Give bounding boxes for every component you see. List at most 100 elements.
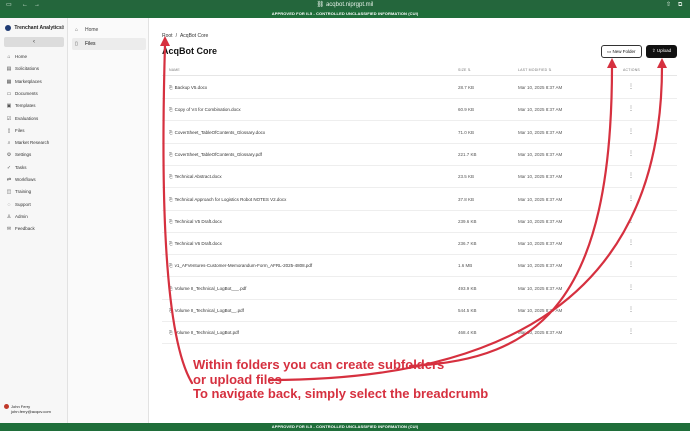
nav-icon: ♙ [6,213,12,220]
row-actions-icon[interactable]: ⋮ [628,239,634,246]
row-actions-icon[interactable]: ⋮ [628,284,634,291]
row-actions-icon[interactable]: ⋮ [628,195,634,202]
file-name[interactable]: Volume II_Technical_LogBot__.pdf [175,308,244,313]
sidebar-item-tasks[interactable]: ✓ Tasks [6,163,27,173]
nav-icon: ▤ [6,66,12,73]
user-name: John Ferry [11,404,31,409]
nav-label: Feedback [15,226,35,232]
nav-icon: ◫ [6,189,12,196]
file-icon: ⎘ [169,107,173,113]
row-actions-icon[interactable]: ⋮ [628,261,634,268]
row-actions-icon[interactable]: ⋮ [628,328,634,335]
org-logo [5,24,11,31]
classification-banner-bottom: APPROVED FOR IL5 - CONTROLLED UNCLASSIFI… [0,423,690,431]
table-row[interactable]: ⎘ Technical V5 Draft.docx 239.6 KB Mar 10, … [162,211,677,233]
sidebar-item-support[interactable]: ◌ Support [6,200,31,210]
col-size-header[interactable]: SIZE ⇅ [458,68,471,72]
nav-icon: ⇄ [6,177,12,183]
upload-button[interactable]: ⇪ Upload [646,45,677,58]
file-icon: ⎘ [169,85,173,90]
col-name-header[interactable]: NAME [169,68,180,72]
file-size: 493.9 KB [458,285,477,291]
file-size: 37.8 KB [458,196,475,202]
breadcrumb-root[interactable]: Root [162,33,173,39]
file-name[interactable]: Volume II_Technical_LogBot___.pdf [175,286,247,291]
table-row[interactable]: ⎘ CoverSheet_TableOfContents_Glossary.doc… [162,122,677,144]
nav-label: Admin [15,213,28,219]
file-size: 1.6 MB [458,263,473,269]
nav-icon: ▦ [6,78,12,85]
file-modified: Mar 10, 2025 8:37 AM [518,85,563,90]
nav-label: Solicitations [15,66,40,72]
tabs-icon[interactable]: ⧉ [678,1,682,9]
subnav-item-home[interactable]: ⌂ Home [72,24,146,36]
row-actions-icon[interactable]: ⋮ [628,105,634,112]
table-row[interactable]: ⎘ Backup V5.docx 28.7 KB Mar 10, 2025 8:37 … [162,77,677,99]
table-row[interactable]: ⎘ Volume II_Technical_LogBot.pdf 468.4 KB M… [162,322,677,345]
table-row[interactable]: ⎘ Volume II_Technical_LogBot___.pdf 493.9 … [162,278,677,300]
file-name[interactable]: Technical V5 Draft.docx [175,219,222,224]
sidebar-item-solicitations[interactable]: ▤ Solicitations [6,64,39,74]
table-row[interactable]: ⎘ Technical V6 Draft.docx 236.7 KB Mar 10, … [162,233,677,256]
sidebar-item-documents[interactable]: ▭ Documents [6,89,38,99]
file-name[interactable]: Technical Abstract.docx [175,174,222,179]
collapse-sidebar-button[interactable]: ‹ [4,37,64,47]
file-name[interactable]: v1_AFVentures-Customer-Memorandum-Form_A… [175,263,313,268]
annotation-line-3: To navigate back, simply select the brea… [193,386,489,401]
breadcrumb-current[interactable]: AcqBot Core [180,33,208,39]
sidebar-item-settings[interactable]: ⚙ Settings [6,150,32,160]
table-row[interactable]: ⎘ Technical Approach for Logistics Robot … [162,189,677,211]
file-name[interactable]: Volume II_Technical_LogBot.pdf [175,330,239,335]
user-profile[interactable]: John Ferry john.ferry@acqov.com [4,404,66,414]
nav-icon: ▯ [7,127,11,134]
sidebar-item-templates[interactable]: ▣ Templates [6,101,36,111]
sidebar-item-training[interactable]: ◫ Training [6,187,31,197]
table-row[interactable]: ⎘ CoverSheet_TableOfContents_Glossary.pdf… [162,144,677,166]
subnav-label: Home [85,27,99,33]
row-actions-icon[interactable]: ⋮ [628,217,634,224]
file-name[interactable]: Technical V6 Draft.docx [175,241,222,246]
row-actions-icon[interactable]: ⋮ [628,128,634,135]
sidebar-item-evaluations[interactable]: ☑ Evaluations [6,114,39,124]
file-modified: Mar 10, 2025 8:37 AM [518,308,563,313]
nav-icon: ▭ [6,90,12,97]
file-name[interactable]: CoverSheet_TableOfContents_Glossary.pdf [175,152,262,157]
share-icon[interactable]: ⇧ [666,1,671,9]
nav-icon: ✓ [6,164,12,171]
upload-icon: ⇪ [651,48,656,53]
file-name[interactable]: CoverSheet_TableOfContents_Glossary.docx [175,130,265,135]
file-size: 239.6 KB [458,218,477,224]
row-actions-icon[interactable]: ⋮ [628,172,634,179]
sidebar-item-market-research[interactable]: ⌕ Market Research [6,138,50,148]
home-icon: ⌂ [75,27,79,33]
org-switcher[interactable]: Trenchant Analytics ⇕ [5,23,65,33]
file-size: 236.7 KB [458,241,477,247]
row-actions-icon[interactable]: ⋮ [628,150,634,157]
table-row[interactable]: ⎘ v1_AFVentures-Customer-Memorandum-Form_… [162,255,677,278]
nav-icon: ▣ [6,103,12,110]
sidebar-item-home[interactable]: ⌂ Home [6,52,27,62]
row-actions-icon[interactable]: ⋮ [628,83,634,90]
file-name[interactable]: Backup V5.docx [175,85,208,90]
sidebar-item-admin[interactable]: ♙ Admin [6,212,28,222]
table-row[interactable]: ⎘ Copy of V4 for Combination.docx 60.9 KB M… [162,99,677,122]
file-size: 544.5 KB [458,308,477,313]
file-modified: Mar 10, 2025 8:37 AM [518,263,563,269]
switch-org-icon: ⇕ [60,25,65,31]
browser-toolbar: ▭ ← → ⛓ acqbot.niprgpt.mil ⇧ ⧉ [0,0,690,10]
nav-label: Support [15,201,31,207]
col-modified-header[interactable]: LAST MODIFIED ⇅ [518,68,552,72]
nav-label: Templates [15,103,36,109]
new-folder-button[interactable]: ▭ New Folder [601,45,642,58]
table-row[interactable]: ⎘ Technical Abstract.docx 23.5 KB Mar 10, 2… [162,166,677,189]
sidebar-item-workflows[interactable]: ⇄ Workflows [6,175,36,185]
sidebar-item-feedback[interactable]: ✉ Feedback [6,224,35,234]
sidebar-item-files[interactable]: ▯ Files [6,126,25,136]
table-row[interactable]: ⎘ Volume II_Technical_LogBot__.pdf 544.5 K… [162,300,677,322]
subnav-item-files[interactable]: ▯ Files [72,38,146,50]
row-actions-icon[interactable]: ⋮ [628,306,634,313]
sidebar-item-marketplaces[interactable]: ▦ Marketplaces [6,77,42,87]
address-bar[interactable]: ⛓ acqbot.niprgpt.mil [0,1,690,9]
file-name[interactable]: Copy of V4 for Combination.docx [175,107,241,112]
file-name[interactable]: Technical Approach for Logistics Robot N… [175,197,287,202]
